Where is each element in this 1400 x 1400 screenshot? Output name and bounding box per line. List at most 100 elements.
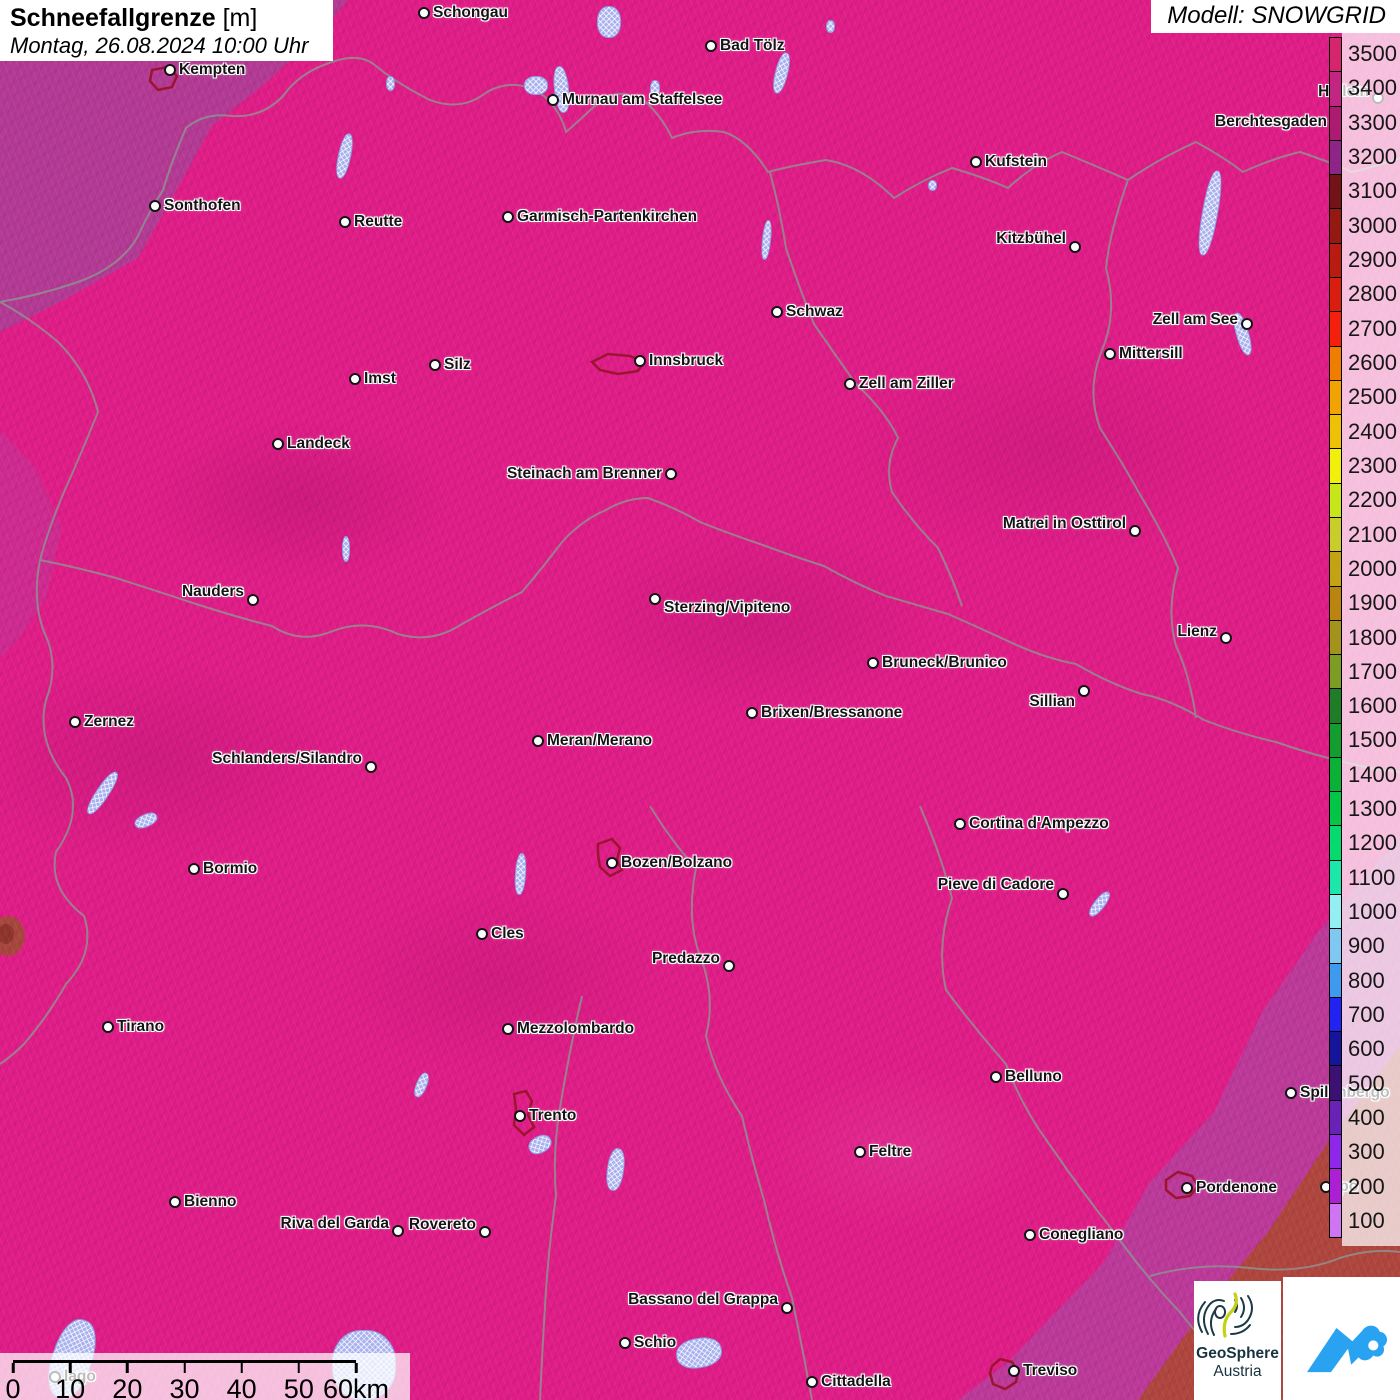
city-marker	[502, 211, 514, 223]
lake-shape	[524, 76, 548, 95]
city-label: Berchtesgaden	[1215, 113, 1327, 130]
city-boundary-outlines	[148, 65, 1200, 1391]
legend-value-label: 1200	[1348, 830, 1397, 856]
legend-value-label: 1100	[1348, 864, 1396, 890]
legend-color-swatch	[1330, 175, 1341, 210]
scalebar-tick-label: 40	[226, 1374, 257, 1400]
legend-value-label: 2900	[1348, 247, 1397, 273]
city-marker	[665, 468, 677, 480]
city-label: Bad Tölz	[720, 37, 785, 54]
legend-value-label: 200	[1348, 1173, 1385, 1199]
legend-color-swatch	[1330, 929, 1341, 964]
legend-value-label: 1800	[1348, 624, 1397, 650]
city-label: Steinach am Brenner	[506, 465, 662, 482]
city-marker	[867, 657, 879, 669]
city-label: Bruneck/Brunico	[882, 654, 1007, 671]
city-label: Garmisch-Partenkirchen	[517, 208, 698, 225]
city-label: Trento	[529, 1107, 577, 1124]
legend-color-swatch	[1330, 209, 1341, 244]
legend-value-label: 2700	[1348, 315, 1397, 341]
city-marker	[476, 928, 488, 940]
legend-color-swatch	[1330, 655, 1341, 690]
legend-color-swatch	[1330, 106, 1341, 141]
model-label: Modell: SNOWGRID	[1151, 0, 1400, 33]
city-label: Sterzing/Vipiteno	[664, 599, 791, 616]
city-marker	[649, 593, 661, 605]
city-label: Mittersill	[1119, 345, 1183, 362]
mountain-cloud-icon	[1306, 1325, 1387, 1372]
map-scalebar: 0 10 20 30 40 50 60km	[0, 1353, 410, 1400]
city-marker	[1241, 318, 1253, 330]
legend-value-label: 3500	[1348, 41, 1397, 67]
scalebar-tick	[11, 1363, 15, 1373]
legend-value-label: 3400	[1348, 75, 1397, 101]
city-marker	[1008, 1365, 1020, 1377]
city-label: Zell am See	[1152, 311, 1238, 328]
city-marker	[1181, 1182, 1193, 1194]
scalebar-tick-label: 20	[112, 1374, 143, 1400]
legend-color-swatch	[1330, 689, 1341, 724]
legend-color-swatch	[1330, 312, 1341, 347]
city-marker	[247, 594, 259, 606]
legend-value-label: 300	[1348, 1139, 1385, 1165]
legend-colorbar	[1329, 37, 1342, 1238]
title-box: Schneefallgrenze [m] Montag, 26.08.2024 …	[0, 0, 333, 61]
legend-color-swatch	[1330, 449, 1341, 484]
city-label: Bassano del Grappa	[628, 1291, 778, 1308]
scalebar-tick-label: 0	[5, 1374, 21, 1400]
city-label: Tirano	[117, 1018, 165, 1035]
legend-value-label: 2800	[1348, 281, 1397, 307]
city-label: Riva del Garda	[280, 1215, 389, 1232]
city-label: Silz	[444, 356, 471, 373]
city-marker	[272, 438, 284, 450]
city-label: Murnau am Staffelsee	[562, 91, 723, 108]
city-marker	[634, 355, 646, 367]
city-label: Zell am Ziller	[859, 375, 954, 392]
lake-shape	[386, 76, 395, 91]
city-label: Cles	[491, 925, 524, 942]
legend-value-label: 1600	[1348, 693, 1397, 719]
page-title: Schneefallgrenze [m]	[10, 4, 323, 33]
city-label: Belluno	[1005, 1068, 1062, 1085]
city-marker	[1104, 348, 1116, 360]
legend-value-label: 700	[1348, 1001, 1385, 1027]
city-label: Imst	[364, 370, 396, 387]
legend-value-label: 2500	[1348, 384, 1397, 410]
city-marker	[619, 1337, 631, 1349]
legend-color-swatch	[1330, 140, 1341, 176]
legend-color-swatch	[1330, 860, 1341, 896]
city-label: Schongau	[433, 4, 508, 21]
city-marker	[606, 857, 618, 869]
city-marker	[781, 1302, 793, 1314]
city-label: Bormio	[203, 860, 258, 877]
city-marker	[1069, 241, 1081, 253]
scalebar-tick	[240, 1363, 243, 1373]
legend-value-label: 1500	[1348, 727, 1397, 753]
legend-value-label: 2000	[1348, 555, 1397, 581]
city-marker	[339, 216, 351, 228]
city-marker	[429, 359, 441, 371]
scalebar-tick-label: 50	[283, 1374, 314, 1400]
lake-shape	[928, 180, 937, 191]
legend-value-label: 3300	[1348, 109, 1397, 135]
city-label: Nauders	[181, 583, 244, 600]
city-marker	[854, 1146, 866, 1158]
legend-value-label: 1400	[1348, 761, 1397, 787]
city-label: Bozen/Bolzano	[621, 854, 733, 871]
legend-value-label: 100	[1348, 1207, 1385, 1233]
city-label: Treviso	[1023, 1362, 1078, 1379]
city-label: Reutte	[354, 213, 403, 230]
legend-color-swatch	[1330, 723, 1341, 758]
geosphere-logo-subtext: Austria	[1213, 1363, 1262, 1380]
geosphere-logo-text: GeoSphere	[1196, 1345, 1279, 1362]
city-marker	[164, 64, 176, 76]
weather-map-canvas: Schongau Bad Tölz Kempten Murnau am Staffel…	[0, 0, 1400, 1400]
legend-color-swatch	[1330, 243, 1341, 278]
title-unit: [m]	[222, 4, 258, 32]
city-marker	[806, 1376, 818, 1388]
city-marker	[1024, 1229, 1036, 1241]
geosphere-austria-logo: GeoSphere Austria	[1194, 1281, 1281, 1400]
scalebar-tick-label: 30	[169, 1374, 200, 1400]
city-marker	[1129, 525, 1141, 537]
legend-color-swatch	[1330, 1100, 1341, 1135]
